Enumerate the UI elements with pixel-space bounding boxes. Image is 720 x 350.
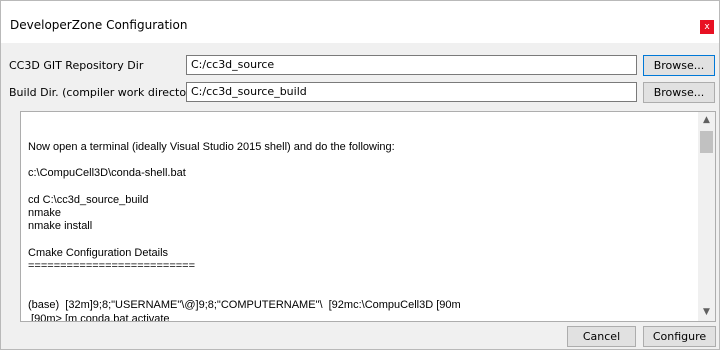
chevron-down-icon[interactable]: ▼: [698, 304, 715, 321]
build-dir-label: Build Dir. (compiler work directory): [9, 86, 202, 99]
config-dialog: DeveloperZone Configuration x CC3D GIT R…: [0, 0, 720, 350]
close-button[interactable]: x: [700, 20, 714, 34]
scroll-thumb[interactable]: [700, 131, 713, 153]
configure-button[interactable]: Configure: [643, 326, 716, 347]
log-text: Now open a terminal (ideally Visual Stud…: [28, 141, 461, 322]
build-browse-button[interactable]: Browse...: [643, 82, 715, 103]
repo-dir-field[interactable]: C:/cc3d_source: [186, 55, 637, 75]
chevron-up-icon[interactable]: ▲: [698, 112, 715, 129]
log-scrollbar[interactable]: ▲ ▼: [698, 112, 715, 321]
repo-dir-label: CC3D GIT Repository Dir: [9, 59, 144, 72]
build-dir-field[interactable]: C:/cc3d_source_build: [186, 82, 637, 102]
repo-browse-button[interactable]: Browse...: [643, 55, 715, 76]
title-bar: DeveloperZone Configuration x: [1, 1, 719, 43]
cancel-button[interactable]: Cancel: [567, 326, 636, 347]
window-title: DeveloperZone Configuration: [10, 18, 188, 32]
log-output[interactable]: Now open a terminal (ideally Visual Stud…: [20, 111, 716, 322]
